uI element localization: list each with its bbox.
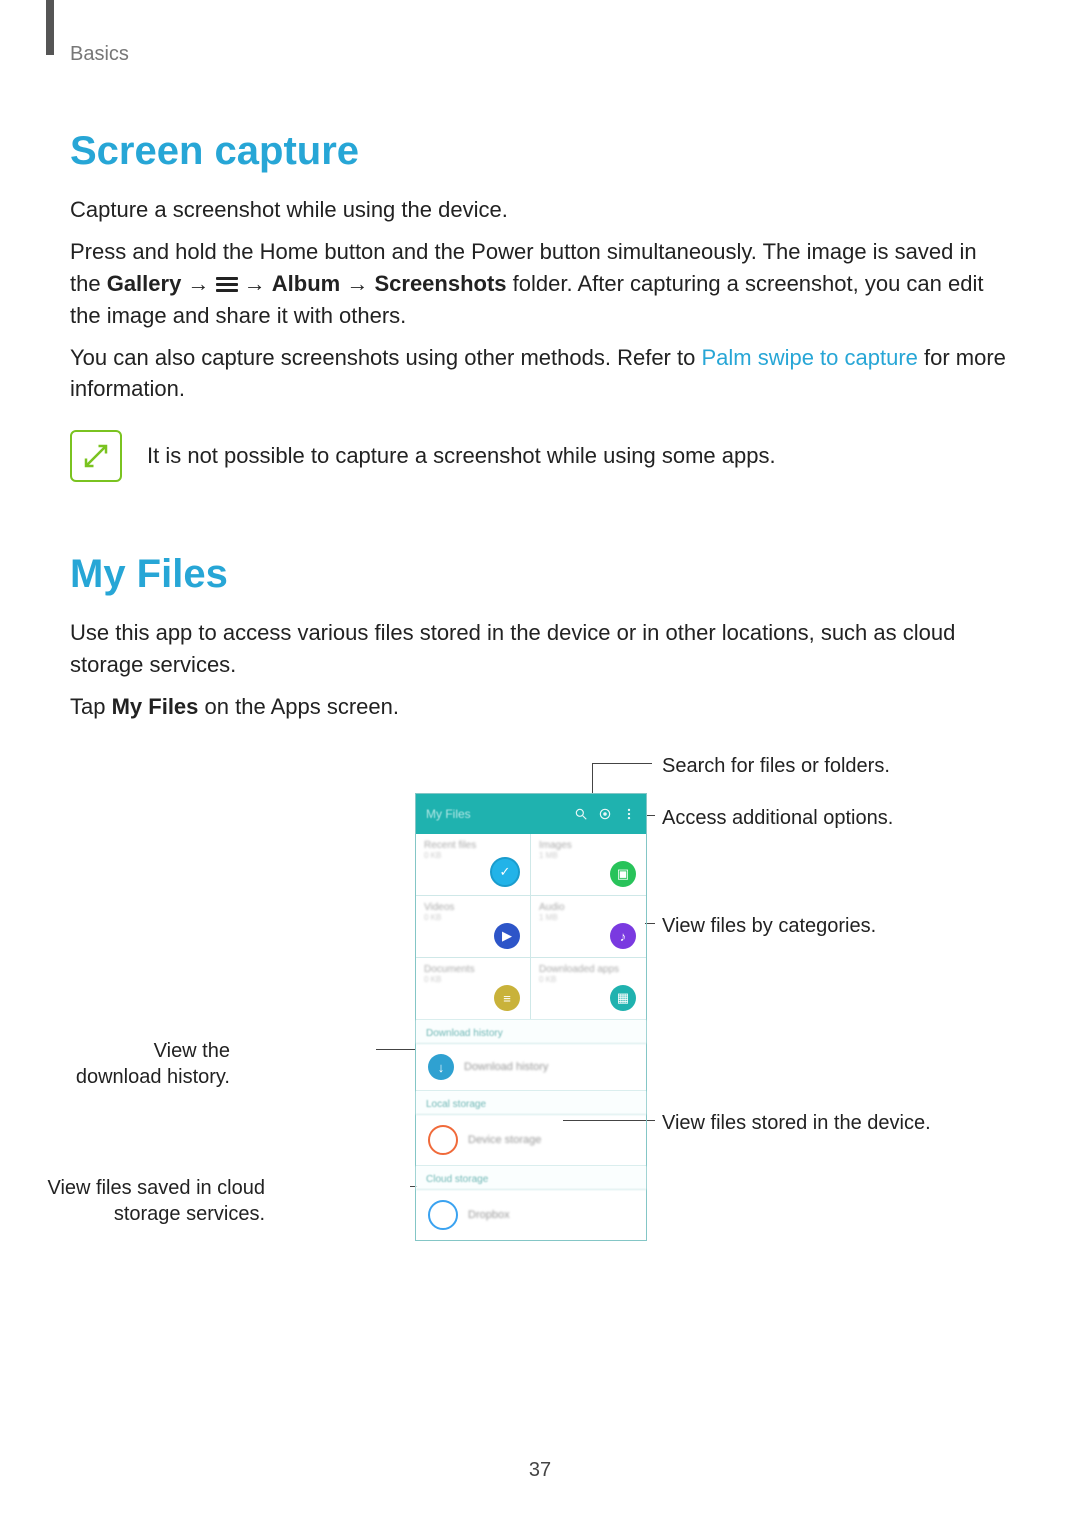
mf-paragraph-1: Use this app to access various files sto… <box>70 617 1010 681</box>
more-icon[interactable] <box>622 807 636 821</box>
row-device-storage[interactable]: ▯ Device storage <box>416 1115 646 1166</box>
disc-icon[interactable] <box>598 807 612 821</box>
tile-audio[interactable]: Audio 1 MB ♪ <box>531 896 646 958</box>
tile-videos[interactable]: Videos 0 KB ▶ <box>416 896 531 958</box>
image-icon: ▣ <box>610 861 636 887</box>
page-number: 37 <box>0 1459 1080 1482</box>
row-dropbox[interactable]: ⬙ Dropbox <box>416 1190 646 1240</box>
callout-cloud: View files saved in cloud storage servic… <box>0 1175 265 1227</box>
document-icon: ≡ <box>494 985 520 1011</box>
note-text: It is not possible to capture a screensh… <box>147 443 776 469</box>
callout-categories: View files by categories. <box>662 913 876 939</box>
video-icon: ▶ <box>494 923 520 949</box>
phone-header: My Files <box>416 794 646 834</box>
row-download-history[interactable]: ↓ Download history <box>416 1044 646 1091</box>
tile-images[interactable]: Images 1 MB ▣ <box>531 834 646 896</box>
my-files-diagram: Search for files or folders. Access addi… <box>70 753 1010 1253</box>
sc-paragraph-1: Capture a screenshot while using the dev… <box>70 194 1010 226</box>
callout-device: View files stored in the device. <box>662 1110 931 1136</box>
apps-icon: ▦ <box>610 985 636 1011</box>
hamburger-icon <box>216 274 238 295</box>
callout-options: Access additional options. <box>662 805 893 831</box>
tile-recent-files[interactable]: Recent files 0 KB ✓ <box>416 834 531 896</box>
phone-mock: My Files Recent files 0 KB ✓ Images 1 MB… <box>415 793 647 1241</box>
tile-downloaded-apps[interactable]: Downloaded apps 0 KB ▦ <box>531 958 646 1020</box>
section-download-history: Download history <box>416 1020 646 1044</box>
chapter-label: Basics <box>70 40 1010 69</box>
note-box: It is not possible to capture a screensh… <box>70 430 1010 482</box>
search-icon[interactable] <box>574 807 588 821</box>
line <box>376 1049 416 1050</box>
line <box>592 763 652 764</box>
note-icon <box>70 430 122 482</box>
palm-swipe-link[interactable]: Palm swipe to capture <box>701 345 917 370</box>
recent-icon: ✓ <box>490 857 520 887</box>
heading-my-files: My Files <box>70 552 1010 597</box>
callout-search: Search for files or folders. <box>662 753 890 779</box>
sc-paragraph-2: Press and hold the Home button and the P… <box>70 236 1010 332</box>
callout-download-history: View the download history. <box>70 1038 230 1090</box>
category-grid: Recent files 0 KB ✓ Images 1 MB ▣ Videos… <box>416 834 646 1020</box>
sc-paragraph-3: You can also capture screenshots using o… <box>70 342 1010 406</box>
device-icon: ▯ <box>428 1125 458 1155</box>
download-icon: ↓ <box>428 1054 454 1080</box>
heading-screen-capture: Screen capture <box>70 129 1010 174</box>
page-tab-mark <box>46 0 54 55</box>
tile-documents[interactable]: Documents 0 KB ≡ <box>416 958 531 1020</box>
section-local-storage: Local storage <box>416 1091 646 1115</box>
audio-icon: ♪ <box>610 923 636 949</box>
phone-app-title: My Files <box>426 807 471 821</box>
section-cloud-storage: Cloud storage <box>416 1166 646 1190</box>
mf-paragraph-2: Tap My Files on the Apps screen. <box>70 691 1010 723</box>
dropbox-icon: ⬙ <box>428 1200 458 1230</box>
